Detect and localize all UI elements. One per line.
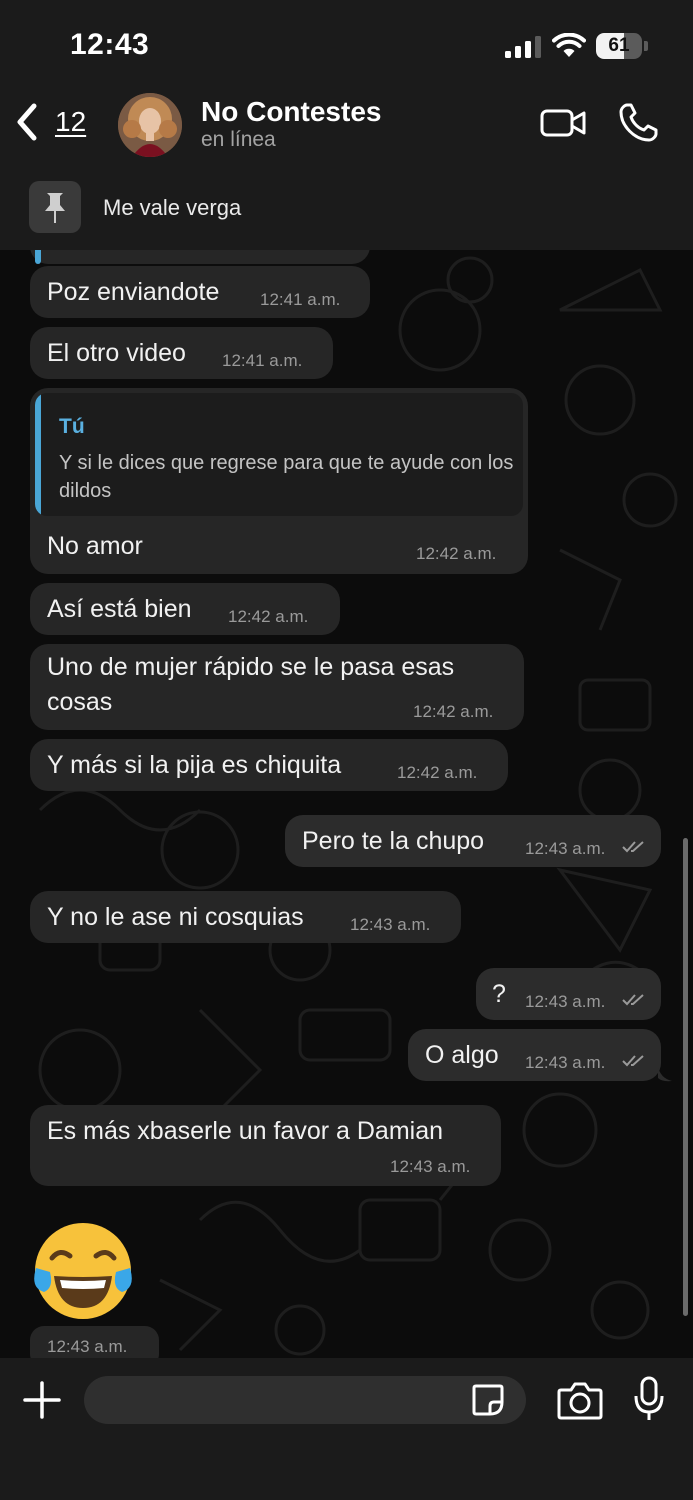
message-composer [0, 1358, 693, 1500]
message-time: 12:42 a.m. [228, 607, 309, 626]
phone-icon[interactable] [617, 102, 659, 144]
battery-indicator: 61 [596, 33, 648, 59]
pinned-message-bar[interactable]: Me vale verga [0, 175, 693, 250]
message-time: 12:43 a.m. [390, 1157, 471, 1176]
double-check-icon [622, 994, 644, 1006]
quote-accent-bar [35, 393, 41, 516]
message-bubble-in[interactable]: Y no le ase ni cosquias 12:43 a.m. [30, 891, 461, 943]
quoted-message[interactable]: Tú Y si le dices que regrese para que te… [35, 393, 523, 516]
quote-text: Y si le dices que regrese para que te ay… [59, 452, 514, 502]
plus-icon[interactable] [22, 1380, 62, 1420]
message-time: 12:43 a.m. [525, 992, 606, 1011]
message-bubble-in[interactable]: Así está bien 12:42 a.m. [30, 583, 340, 635]
message-time: 12:43 a.m. [525, 839, 606, 858]
message-text: Así está bien [47, 595, 192, 623]
message-time: 12:43 a.m. [47, 1337, 128, 1356]
message-text: Poz enviandote [47, 278, 220, 306]
bubble-tail [658, 1066, 672, 1082]
video-camera-icon[interactable] [540, 106, 586, 140]
message-text: No amor [47, 532, 143, 560]
chat-area[interactable]: Poz enviandote 12:41 a.m. El otro video … [0, 250, 693, 1358]
message-time: 12:42 a.m. [413, 702, 494, 721]
quote-author: Tú [59, 415, 85, 438]
message-bubble-out[interactable]: ? 12:43 a.m. [476, 968, 661, 1020]
microphone-icon[interactable] [633, 1376, 665, 1422]
double-check-icon [622, 841, 644, 853]
message-text: Es más xbaserle un favor a Damian [47, 1117, 444, 1145]
chat-header: 12 No Contestes en línea [0, 90, 693, 175]
message-time: 12:43 a.m. [350, 915, 431, 934]
pin-icon-box [29, 181, 81, 233]
tears-of-joy-emoji[interactable] [30, 1218, 136, 1324]
message-text: Y más si la pija es chiquita [47, 751, 342, 779]
message-input[interactable] [84, 1376, 526, 1424]
sticker-icon[interactable] [470, 1382, 506, 1418]
message-bubble-in-reply[interactable]: Tú Y si le dices que regrese para que te… [30, 388, 528, 574]
message-bubble-in[interactable]: Es más xbaserle un favor a Damian 12:43 … [30, 1105, 501, 1186]
status-bar: 12:43 61 [0, 0, 693, 90]
emoji-time-badge: 12:43 a.m. [30, 1326, 159, 1358]
avatar[interactable] [118, 93, 182, 157]
message-time: 12:41 a.m. [222, 351, 303, 370]
wifi-icon [552, 33, 586, 57]
contact-name[interactable]: No Contestes [201, 96, 381, 128]
message-text: Pero te la chupo [302, 827, 485, 855]
cellular-signal-icon [505, 36, 541, 58]
message-bubble-in[interactable]: Uno de mujer rápido se le pasa esas cosa… [30, 644, 524, 730]
message-bubble-in[interactable]: Poz enviandote 12:41 a.m. [30, 266, 370, 318]
presence-status: en línea [201, 128, 276, 151]
message-bubble-in[interactable]: El otro video 12:41 a.m. [30, 327, 333, 379]
chat-scrollbar[interactable] [683, 838, 688, 1316]
double-check-icon [622, 1055, 644, 1067]
pin-icon [45, 193, 65, 223]
message-bubble-in[interactable]: Y más si la pija es chiquita 12:42 a.m. [30, 739, 508, 791]
camera-icon[interactable] [557, 1380, 603, 1420]
message-text: El otro video [47, 339, 186, 367]
message-text: ? [492, 980, 506, 1008]
status-time: 12:43 [70, 28, 150, 61]
unread-count[interactable]: 12 [55, 106, 86, 138]
message-text: Y no le ase ni cosquias [47, 903, 304, 931]
quote-accent [35, 250, 41, 264]
message-bubble-clipped [30, 250, 370, 264]
message-text: O algo [425, 1041, 499, 1069]
pinned-text: Me vale verga [103, 195, 242, 220]
battery-level: 61 [608, 35, 630, 56]
chevron-left-icon[interactable] [12, 102, 42, 142]
message-time: 12:42 a.m. [397, 763, 478, 782]
message-bubble-out[interactable]: Pero te la chupo 12:43 a.m. [285, 815, 661, 867]
message-bubble-out[interactable]: O algo 12:43 a.m. [408, 1029, 661, 1081]
message-time: 12:41 a.m. [260, 290, 341, 309]
message-time: 12:43 a.m. [525, 1053, 606, 1072]
message-time: 12:42 a.m. [416, 544, 497, 563]
